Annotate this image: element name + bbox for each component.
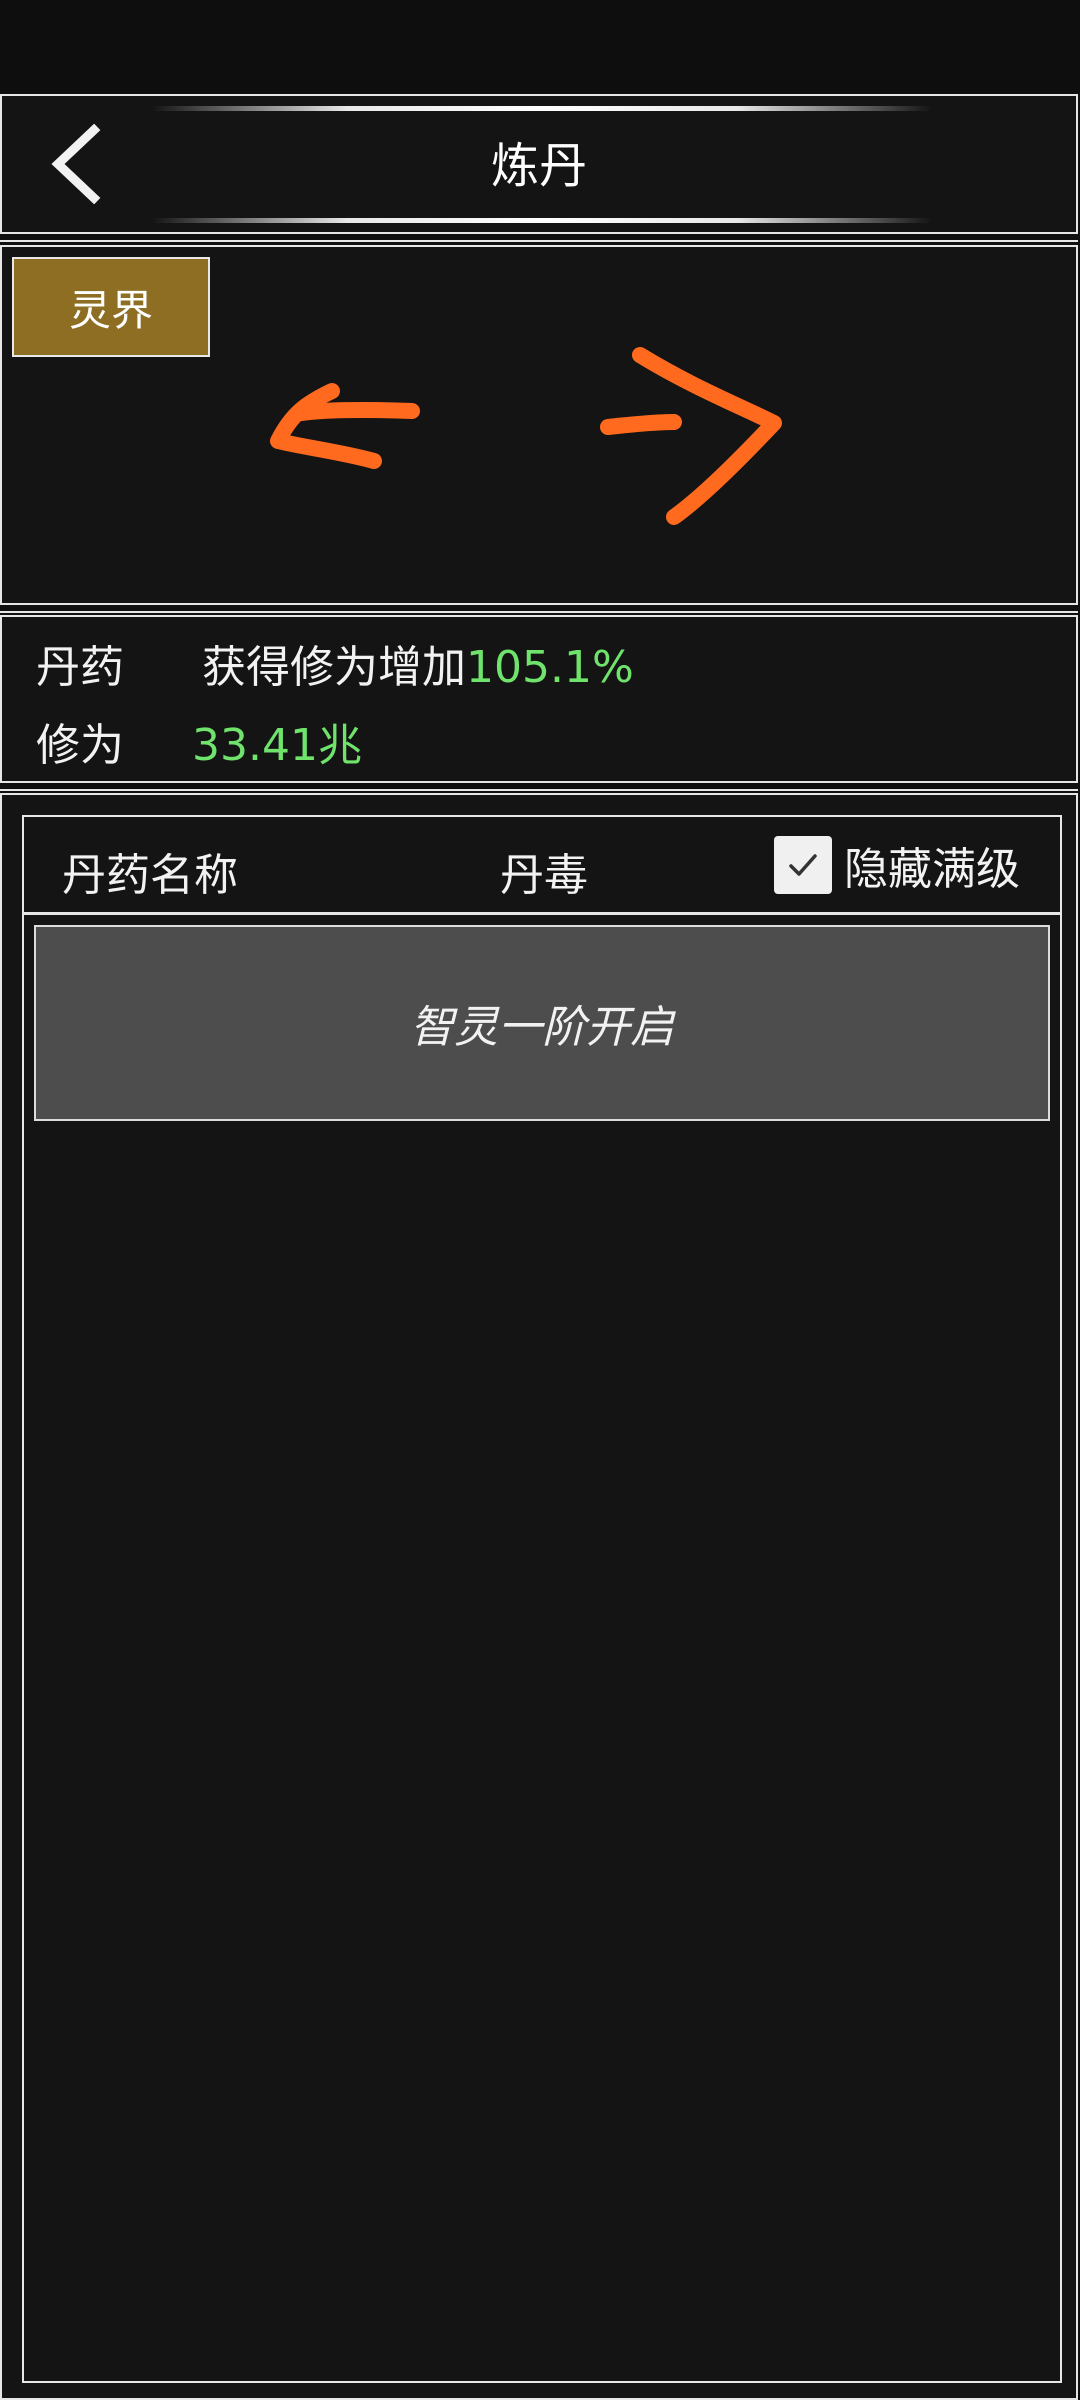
realm-divider (0, 605, 1078, 613)
pill-bonus-text: 获得修为增加105.1% (202, 631, 634, 695)
cultivation-value: 33.41兆 (192, 720, 362, 771)
checkmark-icon (789, 854, 817, 876)
realm-panel: 灵界 (0, 245, 1078, 605)
cultivation-row: 修为 33.41兆 (36, 709, 362, 773)
pill-label: 丹药 (36, 642, 124, 693)
pill-bonus-value: 105.1% (466, 642, 634, 693)
column-pill-toxicity: 丹毒 (500, 850, 588, 901)
pill-list: 丹药名称 丹毒 隐藏满级 智灵一阶开启 (22, 815, 1062, 2383)
pill-list-panel: 丹药名称 丹毒 隐藏满级 智灵一阶开启 (0, 793, 1078, 2400)
info-panel: 丹药 获得修为增加105.1% 修为 33.41兆 (0, 615, 1078, 783)
pill-bonus-desc: 获得修为增加 (202, 642, 466, 693)
list-header: 丹药名称 丹毒 隐藏满级 (24, 817, 1060, 915)
header-decor-line-top (152, 106, 932, 111)
header-decor-line-bottom (152, 218, 932, 223)
arrow-left-icon[interactable] (270, 383, 420, 469)
header-bar: 炼丹 (0, 94, 1078, 234)
pill-bonus-row: 丹药 获得修为增加105.1% (36, 631, 634, 695)
header-divider (0, 234, 1078, 242)
locked-list-item[interactable]: 智灵一阶开启 (34, 925, 1050, 1121)
cultivation-label: 修为 (36, 720, 124, 771)
realm-tab-spirit[interactable]: 灵界 (12, 257, 210, 357)
hide-max-level-checkbox[interactable] (774, 836, 832, 894)
status-bar (0, 0, 1080, 94)
arrow-right-icon[interactable] (600, 347, 782, 525)
page-title: 炼丹 (490, 138, 587, 194)
info-divider (0, 783, 1078, 791)
column-pill-name: 丹药名称 (62, 850, 238, 901)
hide-max-level-label: 隐藏满级 (844, 844, 1020, 895)
hide-max-level-toggle[interactable]: 隐藏满级 (774, 835, 1020, 895)
